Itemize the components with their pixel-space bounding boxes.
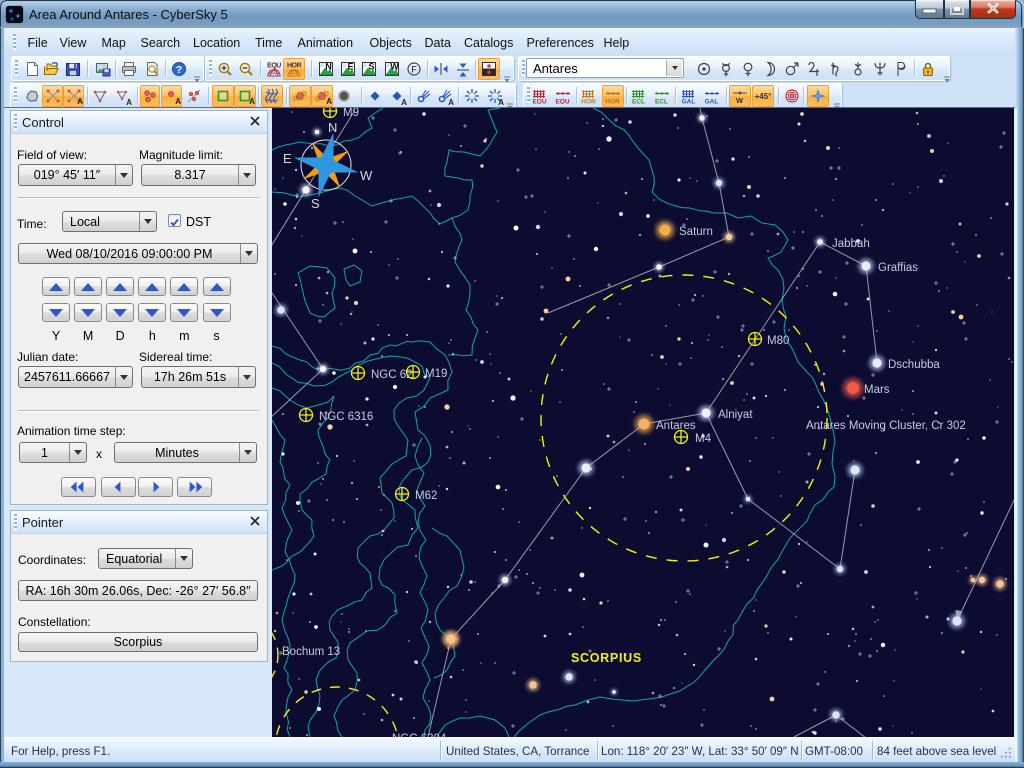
- svg-text:EQU: EQU: [532, 98, 546, 104]
- svg-text:W: W: [390, 61, 399, 71]
- svg-text:ECL: ECL: [632, 98, 645, 104]
- svg-text:N: N: [328, 120, 337, 135]
- svg-text:Jabbah: Jabbah: [832, 238, 870, 250]
- svg-text:Alniyat: Alniyat: [718, 409, 753, 421]
- svg-text:W: W: [360, 168, 373, 183]
- svg-text:S: S: [311, 196, 320, 211]
- svg-text:NGC 6304: NGC 6304: [392, 733, 447, 737]
- svg-text:M4: M4: [695, 433, 712, 445]
- svg-text:N: N: [325, 61, 332, 71]
- svg-text:EQU: EQU: [267, 62, 281, 69]
- svg-text:Graffias: Graffias: [878, 262, 918, 274]
- svg-text:HOR: HOR: [605, 98, 620, 104]
- svg-text:M62: M62: [415, 490, 437, 502]
- svg-text:M9: M9: [343, 108, 359, 119]
- svg-text:Mars: Mars: [864, 384, 890, 396]
- svg-text:Antares: Antares: [656, 420, 696, 432]
- svg-text:?: ?: [176, 64, 182, 76]
- svg-text:Dschubba: Dschubba: [888, 359, 940, 371]
- svg-text:W: W: [736, 96, 744, 104]
- svg-text:GAL: GAL: [682, 98, 696, 104]
- svg-text:HOR: HOR: [581, 98, 596, 104]
- svg-text:Bochum 13: Bochum 13: [282, 646, 340, 658]
- svg-text:SCORPIUS: SCORPIUS: [571, 651, 642, 665]
- svg-text:+45°: +45°: [755, 92, 771, 101]
- svg-text:Antares Moving Cluster, Cr 302: Antares Moving Cluster, Cr 302: [806, 420, 966, 432]
- svg-text:EQU: EQU: [555, 98, 569, 104]
- svg-text:HOR: HOR: [287, 62, 302, 69]
- svg-text:Saturn: Saturn: [679, 226, 713, 238]
- svg-text:NGC 6316: NGC 6316: [319, 411, 373, 423]
- svg-text:NGC 62: NGC 62: [371, 369, 413, 381]
- svg-text:M80: M80: [767, 335, 789, 347]
- svg-text:ECL: ECL: [655, 98, 668, 104]
- svg-text:F: F: [411, 64, 417, 74]
- svg-text:GAL: GAL: [705, 98, 719, 104]
- svg-text:E: E: [283, 151, 292, 166]
- svg-text:S: S: [368, 61, 374, 71]
- svg-text:M19: M19: [425, 368, 447, 380]
- svg-text:E: E: [347, 61, 353, 71]
